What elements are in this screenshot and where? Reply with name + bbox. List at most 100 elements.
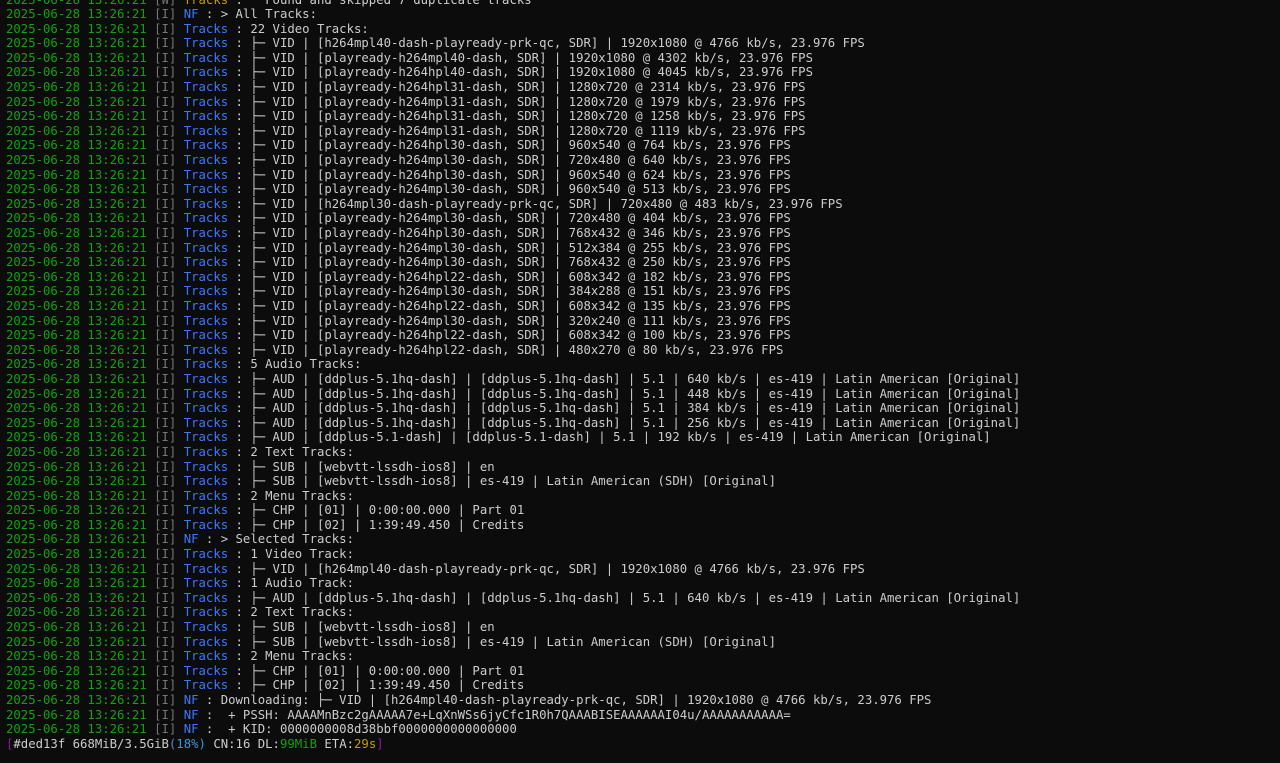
log-tag: Tracks <box>183 255 229 270</box>
log-level: [I] <box>154 36 177 51</box>
log-line-1: 2025-06-28 13:26:21 [W] Tracks : Found a… <box>6 0 1276 7</box>
log-line-12: 2025-06-28 13:26:21 [I] Tracks : ├─ VID … <box>6 153 1276 168</box>
log-line-11: 2025-06-28 13:26:21 [I] Tracks : ├─ VID … <box>6 138 1276 153</box>
status-progress: 668MiB/3.5GiB <box>65 736 169 751</box>
log-level: [I] <box>154 196 177 211</box>
log-message: : ├─ AUD | [ddplus-5.1-dash] | [ddplus-5… <box>228 430 991 445</box>
log-line-5: 2025-06-28 13:26:21 [I] Tracks : ├─ VID … <box>6 51 1276 66</box>
log-timestamp: 2025-06-28 13:26:21 <box>6 474 147 489</box>
log-message: : 5 Audio Tracks: <box>228 357 362 372</box>
log-message: : ├─ VID | [playready-h264hpl22-dash, SD… <box>228 342 784 357</box>
log-timestamp: 2025-06-28 13:26:21 <box>6 284 147 299</box>
log-timestamp: 2025-06-28 13:26:21 <box>6 182 147 197</box>
log-timestamp: 2025-06-28 13:26:21 <box>6 313 147 328</box>
log-message: : ├─ VID | [playready-h264mpl40-dash, SD… <box>228 50 813 65</box>
log-message: : ├─ AUD | [ddplus-5.1hq-dash] | [ddplus… <box>228 401 1021 416</box>
log-timestamp: 2025-06-28 13:26:21 <box>6 401 147 416</box>
log-line-17: 2025-06-28 13:26:21 [I] Tracks : ├─ VID … <box>6 226 1276 241</box>
log-tag: NF <box>183 532 199 547</box>
log-level: [I] <box>154 590 177 605</box>
log-timestamp: 2025-06-28 13:26:21 <box>6 21 147 36</box>
log-timestamp: 2025-06-28 13:26:21 <box>6 415 147 430</box>
log-line-9: 2025-06-28 13:26:21 [I] Tracks : ├─ VID … <box>6 109 1276 124</box>
status-job-id: #ded13f <box>13 736 66 751</box>
log-timestamp: 2025-06-28 13:26:21 <box>6 226 147 240</box>
log-line-4: 2025-06-28 13:26:21 [I] Tracks : ├─ VID … <box>6 36 1276 51</box>
log-line-37: 2025-06-28 13:26:21 [I] Tracks : ├─ CHP … <box>6 518 1276 533</box>
log-line-51: 2025-06-28 13:26:21 [I] NF : + KID: 0000… <box>6 722 1276 737</box>
log-level: [I] <box>154 547 177 562</box>
terminal-window[interactable]: 2025-06-28 13:26:21 [W] Tracks : Found a… <box>0 0 1280 763</box>
log-timestamp: 2025-06-28 13:26:21 <box>6 634 147 649</box>
log-timestamp: 2025-06-28 13:26:21 <box>6 269 147 284</box>
log-timestamp: 2025-06-28 13:26:21 <box>6 488 147 503</box>
log-line-25: 2025-06-28 13:26:21 [I] Tracks : ├─ VID … <box>6 343 1276 358</box>
log-message: : ├─ SUB | [webvtt-lssdh-ios8] | en <box>228 620 495 635</box>
log-level: [I] <box>154 634 177 649</box>
log-line-10: 2025-06-28 13:26:21 [I] Tracks : ├─ VID … <box>6 124 1276 139</box>
log-level: [I] <box>154 182 177 197</box>
log-line-7: 2025-06-28 13:26:21 [I] Tracks : ├─ VID … <box>6 80 1276 95</box>
log-timestamp: 2025-06-28 13:26:21 <box>6 649 147 664</box>
log-level: [I] <box>154 313 177 328</box>
log-tag: Tracks <box>183 167 229 182</box>
log-tag: Tracks <box>183 620 229 635</box>
log-timestamp: 2025-06-28 13:26:21 <box>6 109 147 124</box>
log-message: : ├─ AUD | [ddplus-5.1hq-dash] | [ddplus… <box>228 415 1021 430</box>
log-tag: Tracks <box>183 153 229 168</box>
log-line-24: 2025-06-28 13:26:21 [I] Tracks : ├─ VID … <box>6 328 1276 343</box>
log-line-13: 2025-06-28 13:26:21 [I] Tracks : ├─ VID … <box>6 168 1276 183</box>
log-line-6: 2025-06-28 13:26:21 [I] Tracks : ├─ VID … <box>6 65 1276 80</box>
log-level: [I] <box>154 284 177 299</box>
log-timestamp: 2025-06-28 13:26:21 <box>6 620 147 635</box>
log-timestamp: 2025-06-28 13:26:21 <box>6 196 147 211</box>
log-timestamp: 2025-06-28 13:26:21 <box>6 663 147 678</box>
log-level: [I] <box>154 65 177 80</box>
log-timestamp: 2025-06-28 13:26:21 <box>6 678 147 693</box>
log-level: [I] <box>154 517 177 532</box>
log-timestamp: 2025-06-28 13:26:21 <box>6 547 147 562</box>
log-line-8: 2025-06-28 13:26:21 [I] Tracks : ├─ VID … <box>6 95 1276 110</box>
log-timestamp: 2025-06-28 13:26:21 <box>6 65 147 80</box>
log-line-50: 2025-06-28 13:26:21 [I] NF : + PSSH: AAA… <box>6 708 1276 723</box>
log-message: : ├─ VID | [playready-h264hpl22-dash, SD… <box>228 328 791 343</box>
log-line-16: 2025-06-28 13:26:21 [I] Tracks : ├─ VID … <box>6 211 1276 226</box>
log-line-23: 2025-06-28 13:26:21 [I] Tracks : ├─ VID … <box>6 314 1276 329</box>
log-level: [I] <box>154 430 177 445</box>
log-timestamp: 2025-06-28 13:26:21 <box>6 167 147 182</box>
log-timestamp: 2025-06-28 13:26:21 <box>6 576 147 591</box>
log-line-29: 2025-06-28 13:26:21 [I] Tracks : ├─ AUD … <box>6 401 1276 416</box>
log-tag: Tracks <box>183 109 229 124</box>
log-level: [I] <box>154 269 177 284</box>
log-message: : Found and skipped 7 duplicate tracks <box>228 0 532 7</box>
log-tag: Tracks <box>183 94 229 109</box>
log-tag: Tracks <box>183 634 229 649</box>
log-tag: Tracks <box>183 561 229 576</box>
log-level: [I] <box>154 167 177 182</box>
log-message: : 1 Video Track: <box>228 547 354 562</box>
log-tag: Tracks <box>183 196 229 211</box>
log-tag: Tracks <box>183 226 229 240</box>
status-connections: CN:16 DL: <box>205 736 280 751</box>
log-level: [I] <box>154 649 177 664</box>
log-tag: Tracks <box>183 474 229 489</box>
log-timestamp: 2025-06-28 13:26:21 <box>6 36 147 51</box>
log-message: : 22 Video Tracks: <box>228 21 369 36</box>
log-line-2: 2025-06-28 13:26:21 [I] NF : > All Track… <box>6 7 1276 22</box>
log-level: [I] <box>154 620 177 635</box>
log-message: : > All Tracks: <box>198 7 317 22</box>
log-message: : ├─ SUB | [webvtt-lssdh-ios8] | en <box>228 459 495 474</box>
log-timestamp: 2025-06-28 13:26:21 <box>6 517 147 532</box>
log-line-19: 2025-06-28 13:26:21 [I] Tracks : ├─ VID … <box>6 255 1276 270</box>
log-line-49: 2025-06-28 13:26:21 [I] NF : Downloading… <box>6 693 1276 708</box>
log-line-44: 2025-06-28 13:26:21 [I] Tracks : ├─ SUB … <box>6 620 1276 635</box>
log-timestamp: 2025-06-28 13:26:21 <box>6 590 147 605</box>
log-tag: Tracks <box>183 547 229 562</box>
log-level: [I] <box>154 386 177 401</box>
log-message: : 2 Text Tracks: <box>228 444 354 459</box>
log-message: : ├─ VID | [playready-h264mpl30-dash, SD… <box>228 255 791 270</box>
log-level: [I] <box>154 722 177 737</box>
log-line-39: 2025-06-28 13:26:21 [I] Tracks : 1 Video… <box>6 547 1276 562</box>
log-tag: Tracks <box>183 269 229 284</box>
log-tag: Tracks <box>183 342 229 357</box>
